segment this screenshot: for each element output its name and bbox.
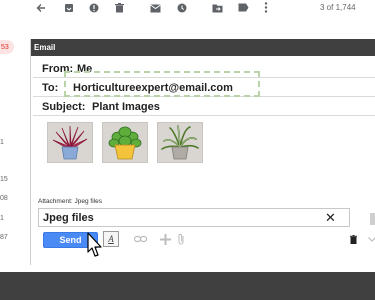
snooze-icon[interactable] — [175, 1, 188, 14]
mouse-pointer-icon — [83, 232, 103, 262]
delete-icon[interactable] — [113, 1, 126, 14]
subject-label: Subject: — [42, 101, 86, 113]
attach-file-icon[interactable] — [177, 232, 185, 246]
unread-badge[interactable]: 53 — [0, 40, 14, 54]
move-to-icon[interactable] — [211, 1, 224, 14]
side-scrollbar[interactable] — [370, 213, 375, 225]
more-icon[interactable] — [259, 1, 272, 14]
attachment-caption: Attachment: Jpeg files — [38, 198, 102, 205]
inbox-count: 1 — [0, 215, 4, 222]
from-row: From: Me — [33, 59, 375, 78]
to-field[interactable]: Horticultureexpert@email.com — [73, 82, 233, 94]
insert-plus-icon[interactable] — [160, 232, 171, 246]
message-counter: 3 of 1,744 — [320, 3, 356, 12]
inbox-count: 1 — [0, 139, 4, 146]
from-value: Me — [77, 63, 93, 75]
mark-unread-icon[interactable] — [149, 1, 162, 14]
attachment-field[interactable]: Jpeg files ✕ — [38, 208, 350, 227]
formatting-options-button[interactable]: A — [103, 231, 119, 247]
to-row[interactable]: To: Horticultureexpert@email.com — [33, 78, 375, 97]
back-arrow-icon[interactable] — [34, 1, 47, 14]
bottom-frame — [0, 272, 375, 300]
spider-plant-image[interactable] — [157, 122, 203, 163]
more-options-chevron-icon[interactable] — [368, 232, 375, 246]
discard-draft-icon[interactable] — [350, 232, 357, 246]
green-plant-yellow-pot-image[interactable] — [102, 122, 148, 163]
pink-flower-plant-image[interactable] — [47, 122, 93, 163]
subject-row[interactable]: Subject: Plant Images — [33, 97, 375, 116]
attachment-field-value: Jpeg files — [43, 212, 94, 224]
insert-link-icon[interactable] — [134, 232, 147, 246]
close-icon[interactable]: ✕ — [325, 210, 336, 226]
report-spam-icon[interactable] — [87, 1, 100, 14]
compose-header: Email — [31, 39, 375, 56]
label-icon[interactable] — [237, 1, 250, 14]
compose-window: Email From: Me To: Horticultureexpert@em… — [30, 39, 375, 265]
message-toolbar: 3 of 1,744 — [0, 0, 375, 16]
inbox-count: 08 — [0, 195, 8, 202]
inbox-count: 87 — [0, 234, 8, 241]
subject-field[interactable]: Plant Images — [92, 101, 160, 113]
inbox-count: 15 — [0, 176, 8, 183]
archive-icon[interactable] — [62, 1, 75, 14]
from-label: From: — [42, 63, 74, 75]
to-label: To: — [42, 82, 59, 94]
